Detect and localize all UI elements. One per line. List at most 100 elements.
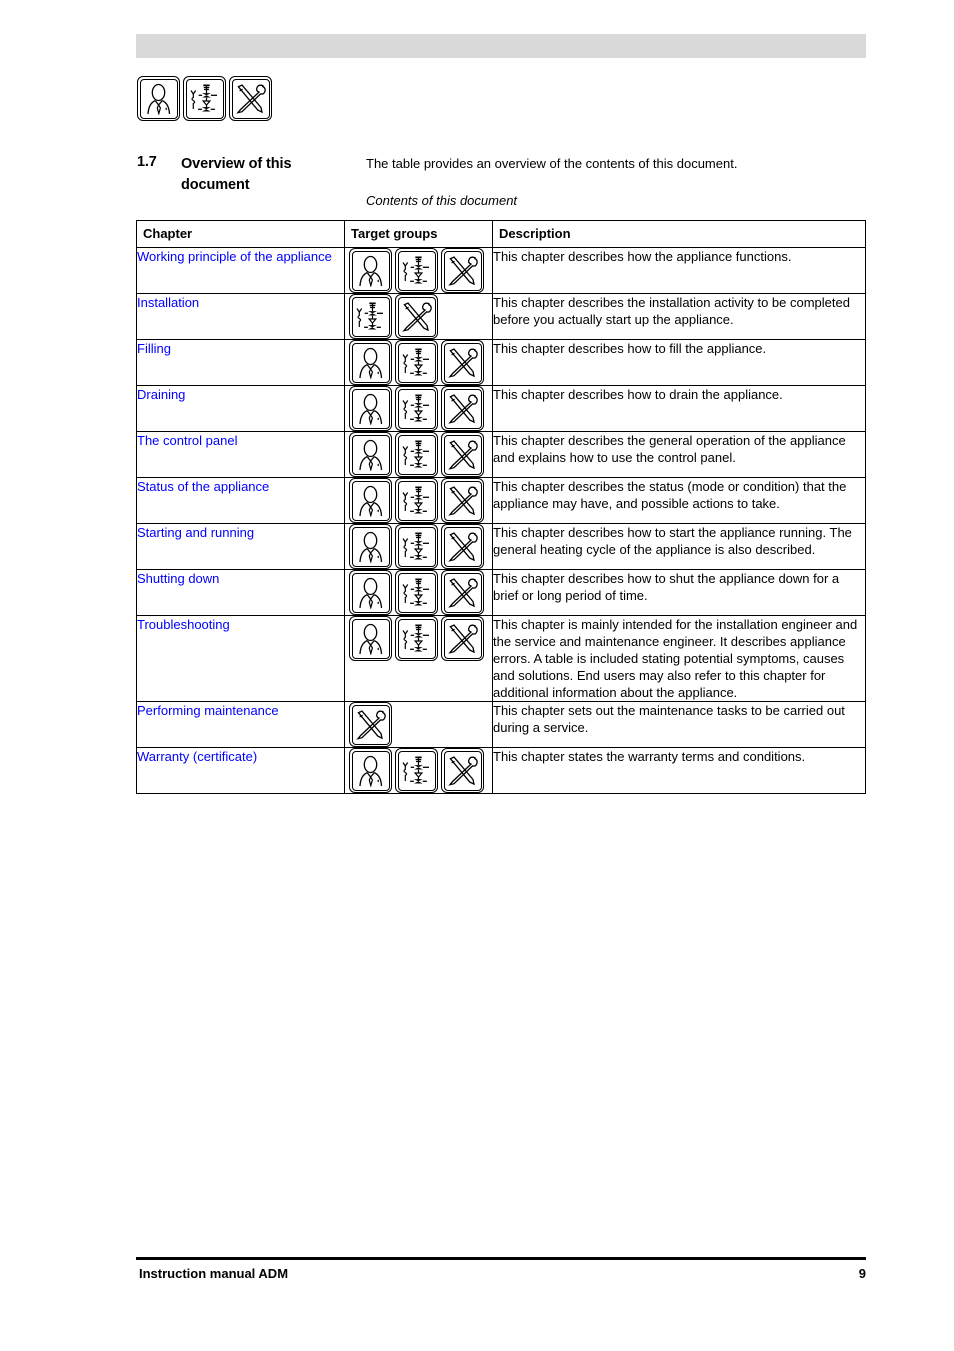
footer-divider xyxy=(136,1257,866,1260)
service-icon xyxy=(229,76,272,121)
installer-icon xyxy=(395,524,438,569)
target-groups-cell xyxy=(344,385,493,432)
user-icon xyxy=(349,386,392,431)
description-cell: This chapter states the warranty terms a… xyxy=(492,747,866,794)
chapter-link[interactable]: Warranty (certificate) xyxy=(137,749,257,764)
chapter-cell: Troubleshooting xyxy=(136,615,345,702)
chapter-link[interactable]: The control panel xyxy=(137,433,237,448)
table-row: Performing maintenance This chapter sets … xyxy=(136,701,866,748)
table-header-row: Chapter Target groups Description xyxy=(136,220,866,248)
column-header-chapter: Chapter xyxy=(136,220,345,248)
target-group-icon-row xyxy=(345,294,492,339)
installer-icon xyxy=(395,616,438,661)
service-icon xyxy=(441,748,484,793)
description-cell: This chapter describes how to shut the a… xyxy=(492,569,866,616)
installer-icon xyxy=(395,748,438,793)
target-group-icon-row xyxy=(345,340,492,385)
target-groups-cell xyxy=(344,747,493,794)
chapter-cell: Shutting down xyxy=(136,569,345,616)
installer-icon xyxy=(183,76,226,121)
installer-icon xyxy=(395,570,438,615)
footer-manual-title: Instruction manual ADM xyxy=(139,1266,289,1281)
target-group-icon-row xyxy=(345,616,492,661)
chapter-cell: Draining xyxy=(136,385,345,432)
table-row: Starting and running This chapter describ… xyxy=(136,523,866,570)
target-groups-cell xyxy=(344,477,493,524)
column-header-target-groups: Target groups xyxy=(344,220,493,248)
target-groups-cell xyxy=(344,523,493,570)
service-icon xyxy=(441,386,484,431)
chapter-link[interactable]: Working principle of the appliance xyxy=(137,249,332,264)
chapter-link[interactable]: Starting and running xyxy=(137,525,254,540)
target-group-icon-row xyxy=(345,248,492,293)
user-icon xyxy=(349,248,392,293)
table-row: Installation This chapter describes the i… xyxy=(136,293,866,340)
table-row: Warranty (certificate) This chapter state… xyxy=(136,747,866,794)
table-row: Draining This chapter describes how to dr… xyxy=(136,385,866,432)
chapter-cell: Performing maintenance xyxy=(136,701,345,748)
section-number: 1.7 xyxy=(137,154,157,170)
service-icon xyxy=(441,616,484,661)
service-icon xyxy=(349,702,392,747)
installer-icon xyxy=(395,478,438,523)
chapter-link[interactable]: Status of the appliance xyxy=(137,479,269,494)
target-groups-cell xyxy=(344,569,493,616)
footer-page-number: 9 xyxy=(858,1266,866,1281)
chapter-link[interactable]: Shutting down xyxy=(137,571,219,586)
service-icon xyxy=(395,294,438,339)
chapter-link[interactable]: Performing maintenance xyxy=(137,703,279,718)
section-intro-text: The table provides an overview of the co… xyxy=(366,156,738,171)
column-header-description: Description xyxy=(492,220,866,248)
chapter-link[interactable]: Filling xyxy=(137,341,171,356)
installer-icon xyxy=(395,248,438,293)
installer-icon xyxy=(395,340,438,385)
description-cell: This chapter describes the status (mode … xyxy=(492,477,866,524)
page-title: Overview of this document xyxy=(181,156,292,193)
service-icon xyxy=(441,478,484,523)
service-icon xyxy=(441,248,484,293)
target-group-icon-row xyxy=(345,478,492,523)
user-icon xyxy=(349,432,392,477)
user-icon xyxy=(349,478,392,523)
chapter-cell: Filling xyxy=(136,339,345,386)
chapter-cell: The control panel xyxy=(136,431,345,478)
user-icon xyxy=(349,748,392,793)
target-groups-cell xyxy=(344,293,493,340)
table-caption: Contents of this document xyxy=(366,193,518,208)
table-row: Shutting down This chapter describes how … xyxy=(136,569,866,616)
target-group-icon-row xyxy=(345,570,492,615)
chapter-link[interactable]: Draining xyxy=(137,387,185,402)
user-icon xyxy=(137,76,180,121)
installer-icon xyxy=(349,294,392,339)
table-row: The control panel This chapter describes … xyxy=(136,431,866,478)
description-cell: This chapter describes the installation … xyxy=(492,293,866,340)
chapter-link[interactable]: Installation xyxy=(137,295,199,310)
service-icon xyxy=(441,570,484,615)
chapter-link[interactable]: Troubleshooting xyxy=(137,617,230,632)
description-cell: This chapter describes how to drain the … xyxy=(492,385,866,432)
installer-icon xyxy=(395,432,438,477)
chapter-cell: Status of the appliance xyxy=(136,477,345,524)
description-cell: This chapter describes how to start the … xyxy=(492,523,866,570)
service-icon xyxy=(441,340,484,385)
target-group-icon-row xyxy=(345,702,492,747)
header-target-group-icons xyxy=(137,76,272,121)
chapter-cell: Starting and running xyxy=(136,523,345,570)
chapter-cell: Installation xyxy=(136,293,345,340)
target-group-icon-row xyxy=(345,748,492,793)
user-icon xyxy=(349,616,392,661)
description-cell: This chapter describes how to fill the a… xyxy=(492,339,866,386)
table-row: Working principle of the appliance This c… xyxy=(136,247,866,294)
target-groups-cell xyxy=(344,339,493,386)
target-group-icon-row xyxy=(345,386,492,431)
service-icon xyxy=(441,524,484,569)
target-groups-cell xyxy=(344,701,493,748)
user-icon xyxy=(349,340,392,385)
page-header-bar xyxy=(136,34,866,58)
target-groups-cell xyxy=(344,615,493,702)
service-icon xyxy=(441,432,484,477)
target-groups-cell xyxy=(344,247,493,294)
target-groups-cell xyxy=(344,431,493,478)
target-group-icon-row xyxy=(345,432,492,477)
user-icon xyxy=(349,524,392,569)
